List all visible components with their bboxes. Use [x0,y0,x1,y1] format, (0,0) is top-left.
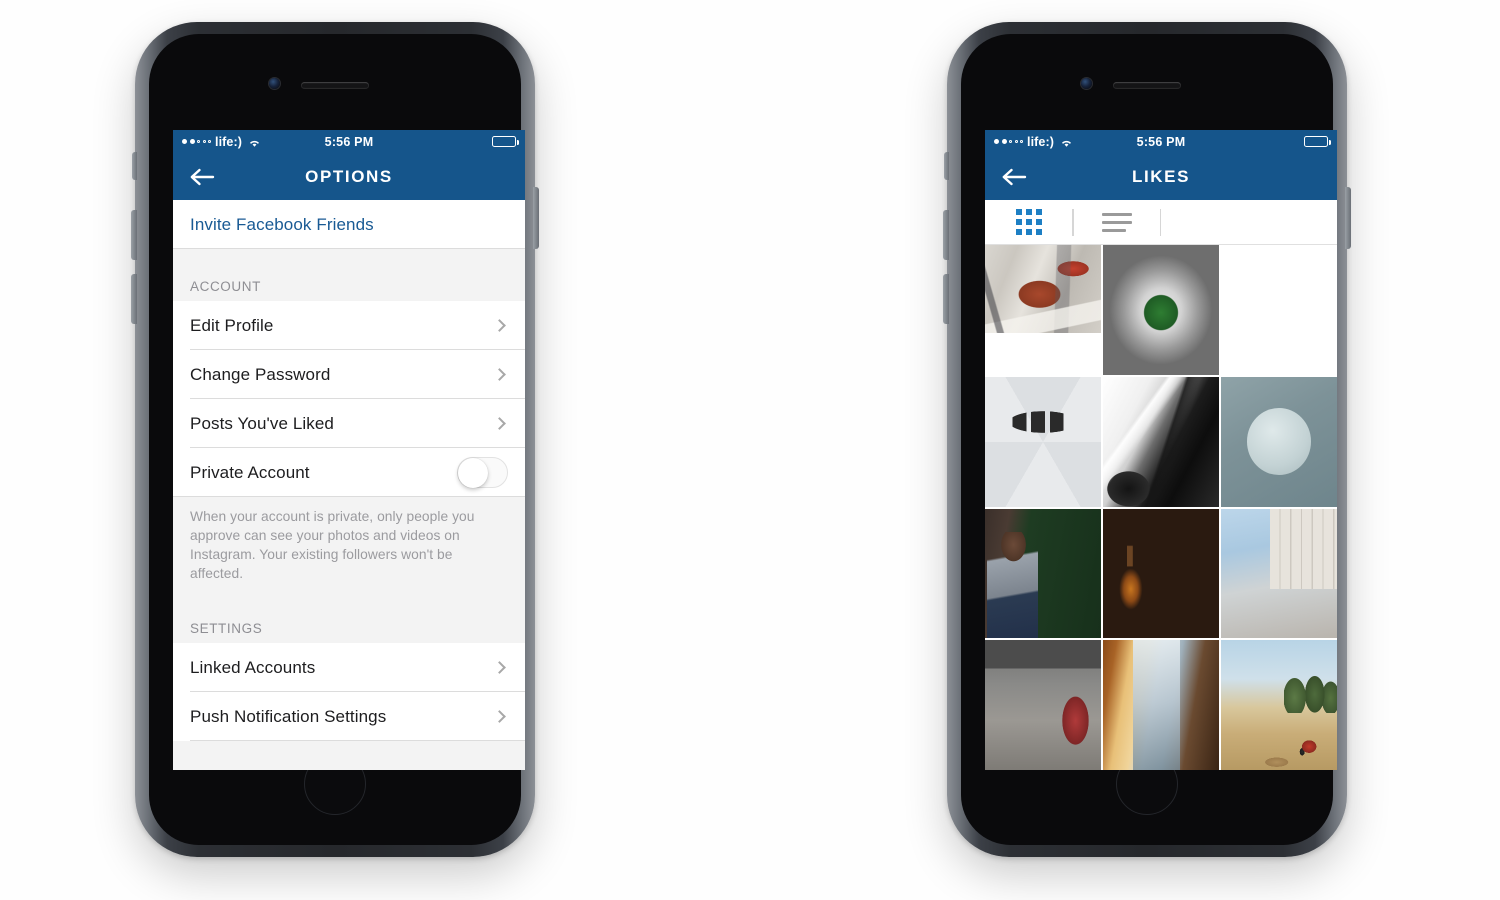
row-posts-youve-liked[interactable]: Posts You've Liked [173,399,525,448]
row-label: Change Password [190,364,331,384]
clock-label: 5:56 PM [324,134,374,149]
grid-item[interactable] [1103,376,1219,507]
options-list: Invite Facebook Friends ACCOUNT Edit Pro… [173,200,525,770]
status-bar: life:) 5:56 PM [985,130,1337,153]
row-label: Posts You've Liked [190,413,334,433]
volume-down-button[interactable] [943,274,949,324]
phone-device-right: life:) 5:56 PM LIKES [943,22,1351,857]
chevron-right-icon [493,319,506,332]
grid-item[interactable] [985,508,1101,639]
row-label: Edit Profile [190,315,274,335]
volume-down-button[interactable] [131,274,137,324]
grid-view-toggle[interactable] [985,200,1073,245]
row-label: Push Notification Settings [190,706,387,726]
grid-item[interactable] [1103,245,1219,375]
status-bar-right [492,136,519,147]
clock-label: 5:56 PM [1136,134,1186,149]
status-bar-right [1304,136,1331,147]
grid-item[interactable] [1221,376,1337,507]
grid-item[interactable] [985,376,1101,507]
grid-item[interactable] [1221,245,1337,375]
row-change-password[interactable]: Change Password [173,350,525,399]
section-header-settings: SETTINGS [173,597,525,643]
screen-options: life:) 5:56 PM OPTIONS Invite Facebook F… [173,130,525,770]
front-camera-icon [269,78,280,89]
liked-photos-grid [985,245,1337,770]
private-account-toggle[interactable] [457,457,508,488]
nav-bar-likes: LIKES [985,153,1337,200]
row-label: Invite Facebook Friends [190,214,374,234]
back-arrow-icon[interactable] [189,167,215,187]
row-push-notification-settings[interactable]: Push Notification Settings [173,692,525,741]
silent-switch[interactable] [132,152,137,180]
grid-item[interactable] [985,640,1101,770]
view-mode-segmented-control [985,200,1337,245]
grid-item[interactable] [1221,508,1337,639]
private-account-footnote: When your account is private, only peopl… [173,497,525,597]
volume-up-button[interactable] [131,210,137,260]
page-title: OPTIONS [305,166,393,186]
phone-device-left: life:) 5:56 PM OPTIONS Invite Facebook F… [131,22,539,857]
grid-item[interactable] [1103,640,1219,770]
row-invite-facebook-friends[interactable]: Invite Facebook Friends [173,200,525,249]
screenshot-stage: life:) 5:56 PM OPTIONS Invite Facebook F… [0,0,1500,900]
nav-bar-options: OPTIONS [173,153,525,200]
battery-icon [1304,136,1331,147]
phone-bezel: life:) 5:56 PM LIKES [961,34,1337,845]
row-label: Private Account [190,462,310,482]
silent-switch[interactable] [944,152,949,180]
chevron-right-icon [493,417,506,430]
toggle-knob [458,457,488,488]
battery-icon [492,136,519,147]
row-private-account[interactable]: Private Account [173,448,525,497]
screen-likes: life:) 5:56 PM LIKES [985,130,1337,770]
page-title: LIKES [1131,166,1191,186]
section-header-account: ACCOUNT [173,249,525,301]
grid-item[interactable] [985,245,1101,375]
status-bar: life:) 5:56 PM [173,130,525,153]
list-icon [1102,212,1132,232]
list-view-toggle[interactable] [1073,200,1161,245]
chevron-right-icon [493,710,506,723]
grid-item[interactable] [1221,640,1337,770]
row-label: Linked Accounts [190,657,316,677]
earpiece-speaker [301,82,369,89]
chevron-right-icon [493,368,506,381]
back-arrow-icon[interactable] [1001,167,1027,187]
volume-up-button[interactable] [943,210,949,260]
grid-icon [1016,209,1042,235]
earpiece-speaker [1113,82,1181,89]
power-button[interactable] [533,187,539,249]
front-camera-icon [1081,78,1092,89]
row-edit-profile[interactable]: Edit Profile [173,301,525,350]
power-button[interactable] [1345,187,1351,249]
row-linked-accounts[interactable]: Linked Accounts [173,643,525,692]
grid-item[interactable] [1103,508,1219,639]
chevron-right-icon [493,661,506,674]
phone-bezel: life:) 5:56 PM OPTIONS Invite Facebook F… [149,34,525,845]
